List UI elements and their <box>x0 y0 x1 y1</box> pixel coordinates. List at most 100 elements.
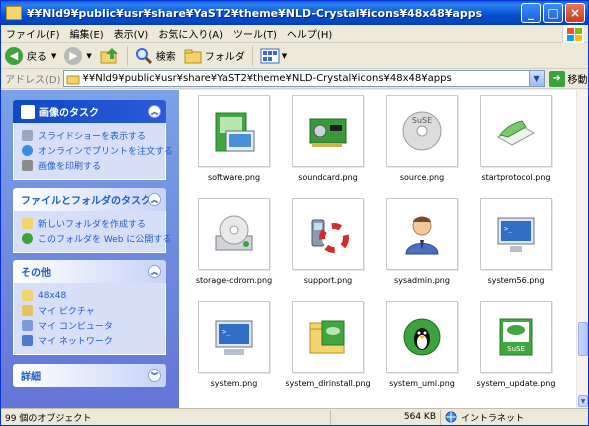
other-places-title: その他 <box>21 268 51 279</box>
scroll-down-arrow-icon[interactable]: ▼ <box>578 395 588 407</box>
slideshow-icon <box>22 130 33 141</box>
file-item[interactable]: system_dirinstall.png <box>283 301 373 388</box>
menu-help[interactable]: ヘルプ(H) <box>282 26 337 41</box>
file-item[interactable]: >_ system56.png <box>471 198 561 285</box>
globe-icon <box>22 145 33 156</box>
file-item[interactable]: software.png <box>189 95 279 182</box>
file-item[interactable]: system_uml.png <box>377 301 467 388</box>
file-item[interactable]: sysadmin.png <box>377 198 467 285</box>
folder-icon <box>66 75 80 84</box>
dropdown-arrow-icon: ▼ <box>281 51 288 60</box>
file-tasks-header[interactable]: ファイルとフォルダのタスク ︽ <box>13 188 166 211</box>
file-name: software.png <box>207 173 261 182</box>
software-installer-icon <box>215 112 255 152</box>
file-item[interactable]: SuSE system_update.png <box>471 301 561 388</box>
details-header[interactable]: 詳細 ︾ <box>13 364 166 387</box>
svg-text:SuSE: SuSE <box>412 116 432 125</box>
windows-logo-icon <box>562 25 584 43</box>
address-label: アドレス(D) <box>5 75 61 86</box>
soundcard-icon <box>309 118 347 147</box>
file-name: sysadmin.png <box>394 276 450 285</box>
close-button[interactable]: × <box>565 3 585 23</box>
file-item[interactable]: >_ system.png <box>189 301 279 388</box>
tux-icon <box>403 318 441 356</box>
folder-icon <box>6 6 22 20</box>
go-button[interactable]: ➜ 移動 <box>548 70 588 87</box>
print-link[interactable]: 画像を印刷する <box>22 158 159 173</box>
collapse-chevron-icon[interactable]: ︽ <box>148 265 161 278</box>
dropdown-arrow-icon: ▼ <box>51 51 57 60</box>
title-bar[interactable]: ¥¥Nld9¥public¥usr¥share¥YaST2¥theme¥NLD-… <box>1 1 588 25</box>
support-lifebuoy-icon <box>311 219 349 253</box>
file-thumbnail <box>292 95 364 167</box>
collapse-chevron-icon[interactable]: ︽ <box>148 105 161 118</box>
folder-icon <box>184 49 202 63</box>
views-button[interactable]: ▼ <box>256 45 291 67</box>
file-thumbnail <box>480 95 552 167</box>
up-folder-button[interactable] <box>96 45 124 67</box>
place-my-network[interactable]: マイ ネットワーク <box>22 333 159 348</box>
collapse-chevron-icon[interactable]: ︽ <box>148 193 161 206</box>
menu-edit[interactable]: 編集(E) <box>65 26 109 41</box>
menu-favorites[interactable]: お気に入り(A) <box>153 26 228 41</box>
views-grid-icon <box>260 48 280 63</box>
address-bar: アドレス(D) ¥¥Nld9¥public¥usr¥share¥YaST2¥th… <box>1 69 588 89</box>
file-item[interactable]: SuSE source.png <box>377 95 467 182</box>
menu-view[interactable]: 表示(V) <box>109 26 154 41</box>
slideshow-link[interactable]: スライドショーを表示する <box>22 128 159 143</box>
folder-icon <box>22 290 33 301</box>
vertical-scrollbar[interactable]: ▼ <box>576 90 588 408</box>
new-folder-link[interactable]: 新しいフォルダを作成する <box>22 216 159 231</box>
folders-button[interactable]: フォルダ <box>180 45 249 67</box>
other-places-body: 48x48 マイ ピクチャ マイ コンピュータ マイ ネットワーク <box>13 283 166 355</box>
task-pane: 画像のタスク ︽ スライドショーを表示する オンラインでプリントを注文する 画像… <box>1 90 179 408</box>
file-tasks-panel: ファイルとフォルダのタスク ︽ 新しいフォルダを作成する このフォルダを Web… <box>13 188 171 253</box>
file-item[interactable]: storage-cdrom.png <box>189 198 279 285</box>
file-name: soundcard.png <box>298 173 358 182</box>
file-name: startprotocol.png <box>481 173 551 182</box>
my-computer-icon <box>22 320 33 331</box>
search-button[interactable]: 検索 <box>131 45 180 67</box>
back-label: 戻る <box>27 52 47 63</box>
picture-tasks-header[interactable]: 画像のタスク ︽ <box>13 100 166 123</box>
suse-cd-icon: SuSE <box>402 111 442 151</box>
order-prints-label: オンラインでプリントを注文する <box>38 147 174 157</box>
go-arrow-icon: ➜ <box>548 70 565 87</box>
file-thumbnail <box>386 301 458 373</box>
place-my-computer[interactable]: マイ コンピュータ <box>22 318 159 333</box>
publish-web-link[interactable]: このフォルダを Web に公開する <box>22 231 171 246</box>
scrollbar-thumb[interactable] <box>578 322 588 356</box>
expand-chevron-icon[interactable]: ︾ <box>148 369 161 382</box>
file-name: system_update.png <box>476 379 556 388</box>
print-label: 画像を印刷する <box>38 162 102 172</box>
back-button[interactable]: ◀ 戻る ▼ <box>1 45 60 67</box>
file-name: system56.png <box>487 276 545 285</box>
file-thumbnail <box>386 198 458 270</box>
address-dropdown-icon[interactable]: ▼ <box>528 71 544 86</box>
minimize-button[interactable]: _ <box>521 3 541 23</box>
file-item[interactable]: startprotocol.png <box>471 95 561 182</box>
publish-web-label: このフォルダを Web に公開する <box>38 235 172 245</box>
picture-tasks-body: スライドショーを表示する オンラインでプリントを注文する 画像を印刷する <box>13 123 173 180</box>
file-thumbnail <box>198 198 270 270</box>
file-thumbnail: >_ <box>198 301 270 373</box>
maximize-button[interactable]: □ <box>543 3 563 23</box>
file-item[interactable]: soundcard.png <box>283 95 373 182</box>
file-name: system.png <box>210 379 258 388</box>
menu-file[interactable]: ファイル(F) <box>1 26 65 41</box>
file-item[interactable]: support.png <box>283 198 373 285</box>
status-bar: 99 個のオブジェクト 564 KB イントラネット <box>1 408 588 425</box>
place-my-pictures[interactable]: マイ ピクチャ <box>22 303 159 318</box>
my-pictures-icon <box>22 305 33 316</box>
menu-tools[interactable]: ツール(T) <box>228 26 282 41</box>
other-places-header[interactable]: その他 ︽ <box>13 260 166 283</box>
status-zone-label: イントラネット <box>461 413 525 424</box>
search-label: 検索 <box>155 52 176 63</box>
place-48x48-label: 48x48 <box>38 290 67 301</box>
place-48x48[interactable]: 48x48 <box>22 288 159 303</box>
address-input[interactable]: ¥¥Nld9¥public¥usr¥share¥YaST2¥theme¥NLD-… <box>62 70 545 87</box>
forward-button[interactable]: ▶ ▼ <box>60 45 95 67</box>
order-prints-link[interactable]: オンラインでプリントを注文する <box>22 143 173 158</box>
my-network-icon <box>22 335 33 346</box>
intranet-icon <box>445 411 457 423</box>
